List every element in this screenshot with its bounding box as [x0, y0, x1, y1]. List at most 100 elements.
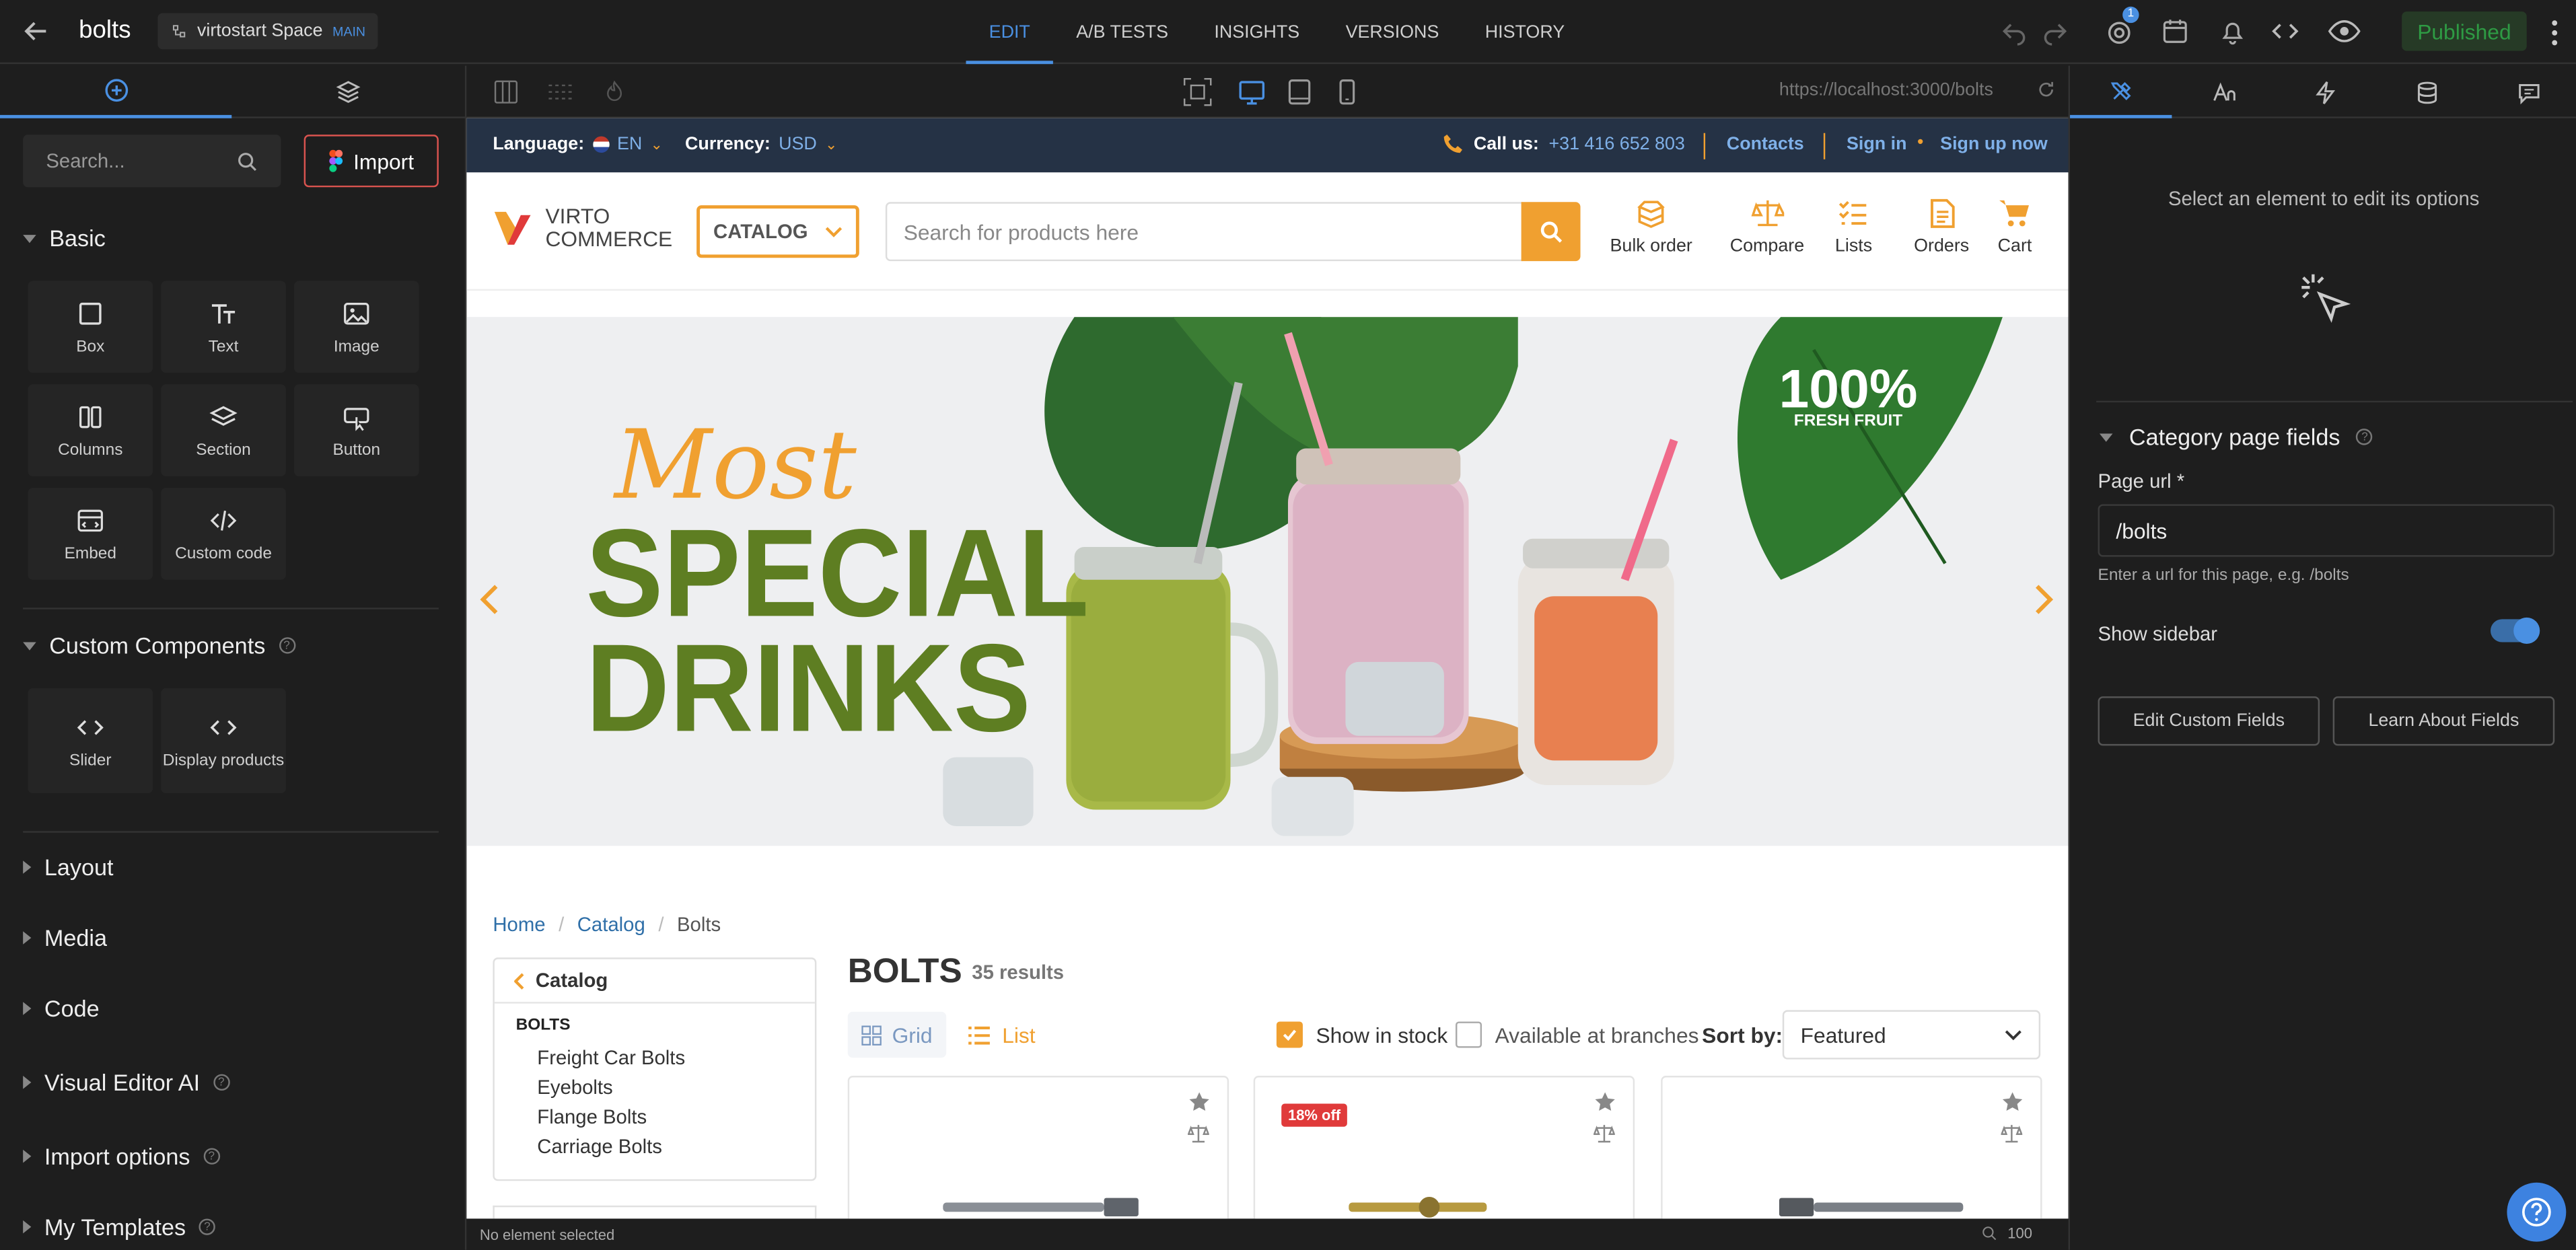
tab-versions[interactable]: VERSIONS — [1322, 0, 1462, 64]
slider-next-arrow-icon[interactable] — [2034, 583, 2054, 616]
phone-number[interactable]: +31 416 652 803 — [1548, 134, 1684, 153]
block-box[interactable]: Box — [28, 281, 153, 373]
block-image[interactable]: Image — [293, 281, 419, 373]
subcategory-link[interactable]: Flange Bolts — [537, 1105, 647, 1128]
compare-scale-icon[interactable] — [1594, 1124, 1615, 1145]
block-text[interactable]: Text — [161, 281, 286, 373]
block-columns[interactable]: Columns — [28, 384, 153, 476]
help-icon[interactable]: ? — [278, 637, 295, 654]
section-import-options[interactable]: Import options ? — [23, 1143, 220, 1169]
help-icon[interactable]: ? — [203, 1148, 220, 1165]
space-selector[interactable]: virtostart Space MAIN — [157, 13, 379, 50]
block-display-products[interactable]: Display products — [161, 688, 286, 794]
product-card[interactable] — [847, 1076, 1229, 1219]
contacts-link[interactable]: Contacts — [1727, 135, 1804, 154]
fit-screen-icon[interactable] — [1183, 77, 1213, 107]
catalog-button[interactable]: CATALOG — [696, 205, 859, 258]
available-at-branches-filter[interactable]: Available at branches — [1455, 1021, 1698, 1048]
back-arrow-icon[interactable] — [20, 15, 52, 48]
block-section[interactable]: Section — [161, 384, 286, 476]
bell-icon[interactable] — [2218, 16, 2248, 46]
section-my-templates[interactable]: My Templates ? — [23, 1214, 216, 1240]
star-icon[interactable] — [1188, 1091, 1211, 1113]
help-icon[interactable]: ? — [213, 1074, 230, 1091]
slider-prev-arrow-icon[interactable] — [480, 583, 499, 616]
preview-url[interactable]: https://localhost:3000/bolts — [1779, 81, 1993, 100]
tab-typography[interactable] — [2172, 66, 2273, 118]
tablet-view-icon[interactable] — [1285, 77, 1314, 107]
compare-link[interactable]: Compare — [1730, 197, 1804, 256]
help-icon[interactable]: ? — [2356, 429, 2373, 445]
section-layout[interactable]: Layout — [23, 854, 114, 881]
grid-view-toggle[interactable]: Grid — [847, 1011, 947, 1058]
star-icon[interactable] — [1594, 1091, 1616, 1113]
subcategory-link[interactable]: Eyebolts — [537, 1076, 612, 1099]
spacing-icon[interactable] — [547, 79, 573, 105]
help-icon[interactable]: ? — [199, 1218, 216, 1235]
edit-custom-fields-button[interactable]: Edit Custom Fields — [2098, 696, 2320, 746]
preview-eye-icon[interactable] — [2328, 16, 2361, 46]
block-slider[interactable]: Slider — [28, 688, 153, 794]
layers-tab[interactable] — [231, 66, 463, 118]
redo-icon[interactable] — [2040, 16, 2070, 46]
show-in-stock-filter[interactable]: Show in stock — [1276, 1021, 1447, 1048]
bulk-order-link[interactable]: Bulk order — [1610, 197, 1692, 256]
subcategory-link[interactable]: Carriage Bolts — [537, 1135, 662, 1158]
hero-banner-slider[interactable]: Most SPECIAL DRINKS 100% FRESH FRUIT — [466, 317, 2069, 846]
language-selector[interactable]: Language: EN ⌄ — [493, 135, 663, 154]
mobile-view-icon[interactable] — [1332, 77, 1362, 107]
block-embed[interactable]: Embed — [28, 488, 153, 580]
heatmap-flame-icon[interactable] — [602, 79, 628, 105]
desktop-view-icon[interactable] — [1237, 77, 1266, 107]
subcategory-link[interactable]: Freight Car Bolts — [537, 1046, 685, 1069]
tab-comments[interactable] — [2477, 66, 2575, 118]
checkbox-checked[interactable] — [1276, 1021, 1303, 1048]
sort-select[interactable]: Featured — [1782, 1010, 2041, 1060]
section-basic[interactable]: Basic — [23, 225, 106, 252]
category-page-fields-header[interactable]: Category page fields ? — [2099, 424, 2373, 450]
section-custom-components[interactable]: Custom Components ? — [23, 632, 295, 659]
block-custom-code[interactable]: Custom code — [161, 488, 286, 580]
tab-data[interactable] — [2375, 66, 2477, 118]
section-code[interactable]: Code — [23, 995, 100, 1021]
tab-edit[interactable]: EDIT — [966, 0, 1054, 65]
product-card[interactable] — [1661, 1076, 2042, 1219]
section-media[interactable]: Media — [23, 924, 107, 951]
compare-scale-icon[interactable] — [2001, 1124, 2023, 1145]
orders-link[interactable]: Orders — [1914, 197, 1969, 256]
more-menu-icon[interactable] — [2546, 16, 2563, 49]
add-blocks-tab[interactable] — [0, 66, 232, 118]
learn-about-fields-button[interactable]: Learn About Fields — [2332, 696, 2555, 746]
tab-history[interactable]: HISTORY — [1462, 0, 1588, 64]
cart-link[interactable]: Cart — [1998, 197, 2032, 256]
back-to-catalog-link[interactable]: Catalog — [514, 969, 608, 992]
star-icon[interactable] — [2001, 1091, 2024, 1113]
tab-ab-tests[interactable]: A/B TESTS — [1053, 0, 1191, 64]
product-search-input[interactable]: Search for products here — [885, 202, 1524, 262]
help-chat-button[interactable] — [2507, 1182, 2567, 1242]
undo-icon[interactable] — [1999, 16, 2029, 46]
virto-logo[interactable]: VIRTO COMMERCE — [493, 205, 672, 251]
compare-scale-icon[interactable] — [1188, 1124, 1209, 1145]
published-button[interactable]: Published — [2402, 11, 2527, 51]
refresh-icon[interactable] — [2037, 81, 2055, 99]
zoom-level[interactable]: 100 — [1981, 1225, 2032, 1242]
breadcrumb-home[interactable]: Home — [493, 913, 545, 936]
product-card[interactable]: 18% off — [1253, 1076, 1635, 1219]
show-sidebar-toggle[interactable] — [2491, 617, 2540, 644]
blocks-search-input[interactable]: Search... — [23, 135, 281, 188]
lists-link[interactable]: Lists — [1835, 197, 1872, 256]
block-button[interactable]: Button — [293, 384, 419, 476]
section-visual-editor-ai[interactable]: Visual Editor AI ? — [23, 1069, 230, 1095]
columns-outline-icon[interactable] — [493, 79, 519, 105]
sign-in-link[interactable]: Sign in — [1847, 135, 1907, 154]
sign-up-link[interactable]: Sign up now — [1940, 135, 2048, 154]
tab-style[interactable] — [2070, 66, 2172, 118]
code-icon[interactable] — [2270, 16, 2300, 46]
calendar-icon[interactable] — [2160, 16, 2190, 46]
checkbox-unchecked[interactable] — [1455, 1021, 1482, 1048]
breadcrumb-catalog[interactable]: Catalog — [577, 913, 645, 936]
tab-insights[interactable]: INSIGHTS — [1191, 0, 1322, 64]
figma-import-button[interactable]: Import — [303, 135, 439, 188]
page-url-input[interactable]: /bolts — [2098, 504, 2555, 557]
